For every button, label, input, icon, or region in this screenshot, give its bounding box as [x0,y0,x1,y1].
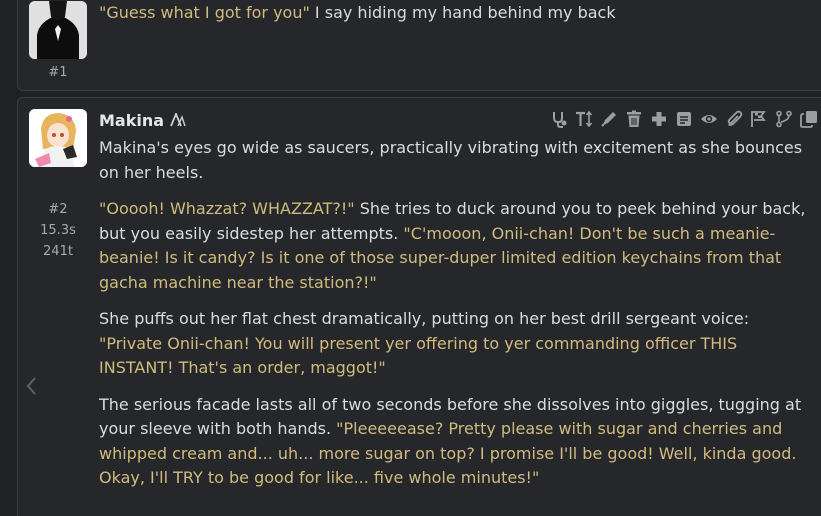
author-name: Makina [99,110,165,130]
copy-icon[interactable] [800,110,818,128]
message-text: Makina's eyes go wide as saucers, practi… [99,136,811,503]
message-id: #1 [48,65,68,80]
narration-text: She puffs out her flat chest dramaticall… [99,309,750,328]
eye-icon[interactable] [700,110,718,128]
swipe-left-button[interactable] [22,373,40,399]
character-avatar[interactable] [29,109,87,167]
model-a-icon [170,113,186,127]
token-count: 241t [43,244,73,259]
message-paragraph: Makina's eyes go wide as saucers, practi… [99,136,811,185]
message-paragraph: She puffs out her flat chest dramaticall… [99,307,811,381]
trash-icon[interactable] [625,110,643,128]
message-meta: #2 15.3s 241t [29,199,87,262]
message-toolbar [550,110,818,128]
generation-time: 15.3s [40,223,76,238]
message-text: "Guess what I got for you" I say hiding … [99,1,811,38]
assistant-message: #2 15.3s 241t Makina Makina's eyes go wi… [17,97,821,516]
previous-message: #1 "Guess what I got for you" I say hidi… [17,0,821,91]
chat-page: #1 "Guess what I got for you" I say hidi… [0,0,821,516]
message-paragraph: "Ooooh! Whazzat? WHAZZAT?!" She tries to… [99,197,811,295]
pen-icon[interactable] [600,110,618,128]
narration-text: Makina's eyes go wide as saucers, practi… [99,138,803,182]
stethoscope-icon[interactable] [550,110,568,128]
branch-icon[interactable] [775,110,793,128]
narration-text: I say hiding my hand behind my back [309,3,616,22]
dialogue-quote: "Ooooh! Whazzat? WHAZZAT?!" [99,199,355,218]
note-icon[interactable] [675,110,693,128]
message-header: Makina [99,109,186,131]
dialogue-quote: "Guess what I got for you" [99,3,310,22]
paperclip-icon[interactable] [725,110,743,128]
text-size-icon[interactable] [575,110,593,128]
dialogue-quote: "Private Onii-chan! You will present yer… [99,333,738,378]
user-avatar[interactable] [29,1,87,59]
message-paragraph: The serious facade lasts all of two seco… [99,393,811,491]
chevron-left-icon [26,377,36,395]
message-paragraph: "Guess what I got for you" I say hiding … [99,1,811,26]
flags-icon[interactable] [750,110,768,128]
message-id: #2 [48,202,68,217]
plus-icon[interactable] [650,110,668,128]
